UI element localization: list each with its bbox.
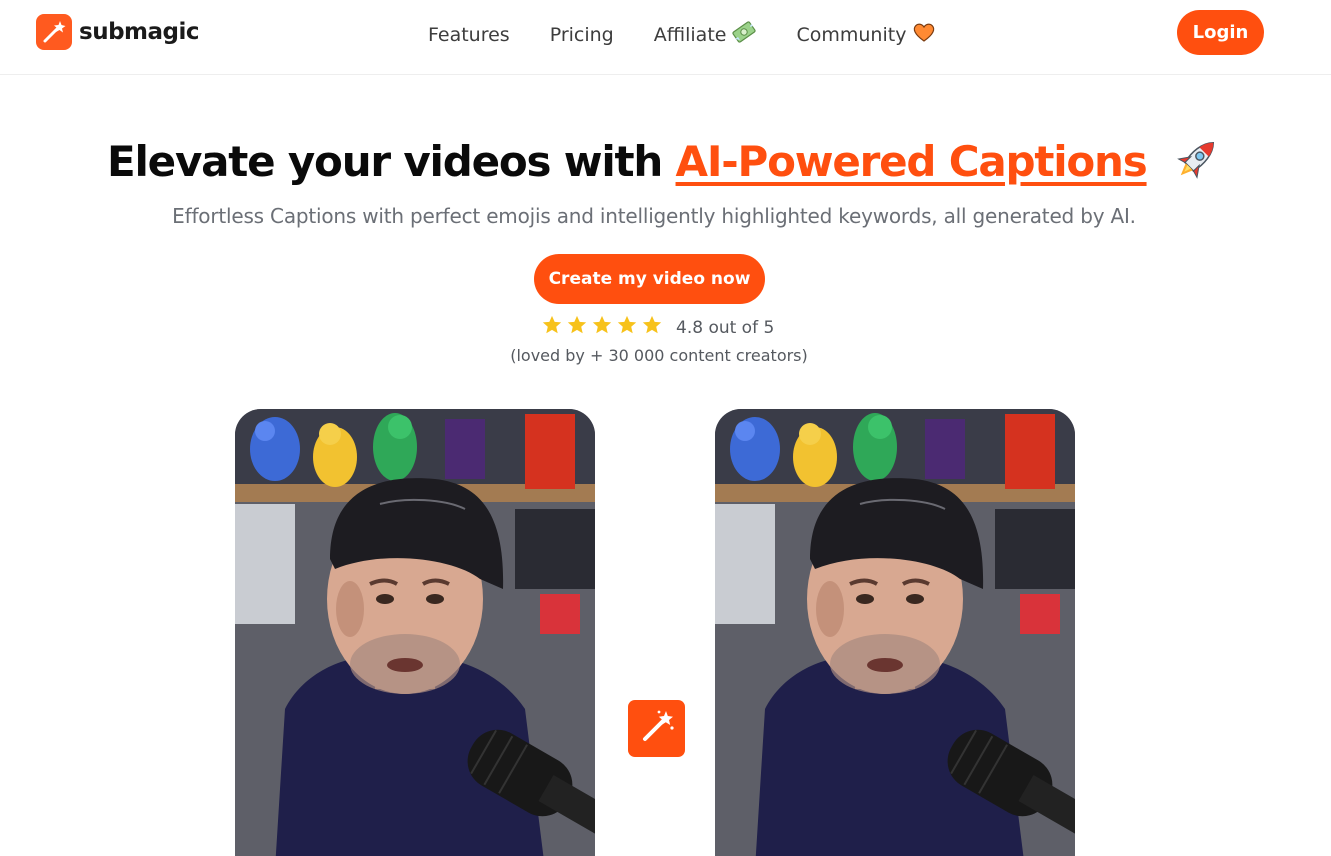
login-button[interactable]: Login <box>1177 10 1264 55</box>
nav-link-community[interactable]: Community <box>796 21 936 48</box>
nav-link-label: Features <box>428 23 510 46</box>
hero-headline: Elevate your videos with AI-Powered Capt… <box>0 132 1331 186</box>
loved-by-text: (loved by + 30 000 content creators) <box>510 346 808 365</box>
nav-links: Features Pricing Affiliate Community <box>428 21 936 48</box>
star-icon <box>641 314 666 341</box>
nav-link-pricing[interactable]: Pricing <box>550 24 614 46</box>
top-navigation: submagic Features Pricing Affiliate Comm… <box>0 0 1331 75</box>
magic-transform-button[interactable] <box>628 700 685 757</box>
star-icon <box>566 314 591 341</box>
rating: 4.8 out of 5 <box>541 314 774 341</box>
hero-subheading: Effortless Captions with perfect emojis … <box>172 204 1136 228</box>
nav-link-affiliate[interactable]: Affiliate <box>654 21 757 48</box>
nav-link-label: Pricing <box>549 23 614 46</box>
nav-link-label: Community <box>796 23 907 46</box>
star-icon <box>541 314 566 341</box>
brand-logo[interactable]: submagic <box>36 14 200 50</box>
money-icon <box>732 21 757 48</box>
nav-link-label: Affiliate <box>653 23 727 46</box>
brand-name: submagic <box>79 19 200 45</box>
video-after[interactable] <box>715 409 1075 856</box>
nav-link-features[interactable]: Features <box>428 24 510 46</box>
magic-wand-icon <box>36 14 72 50</box>
star-icon <box>591 314 616 341</box>
headline-prefix: Elevate your videos with <box>106 137 676 186</box>
headline-accent: AI-Powered Captions <box>675 137 1148 186</box>
heart-icon <box>912 21 936 48</box>
magic-wand-icon <box>637 706 677 751</box>
star-icon <box>616 314 641 341</box>
create-video-button[interactable]: Create my video now <box>534 254 765 304</box>
rocket-icon <box>1170 132 1224 186</box>
rating-text: 4.8 out of 5 <box>676 317 775 338</box>
video-before[interactable] <box>235 409 595 856</box>
